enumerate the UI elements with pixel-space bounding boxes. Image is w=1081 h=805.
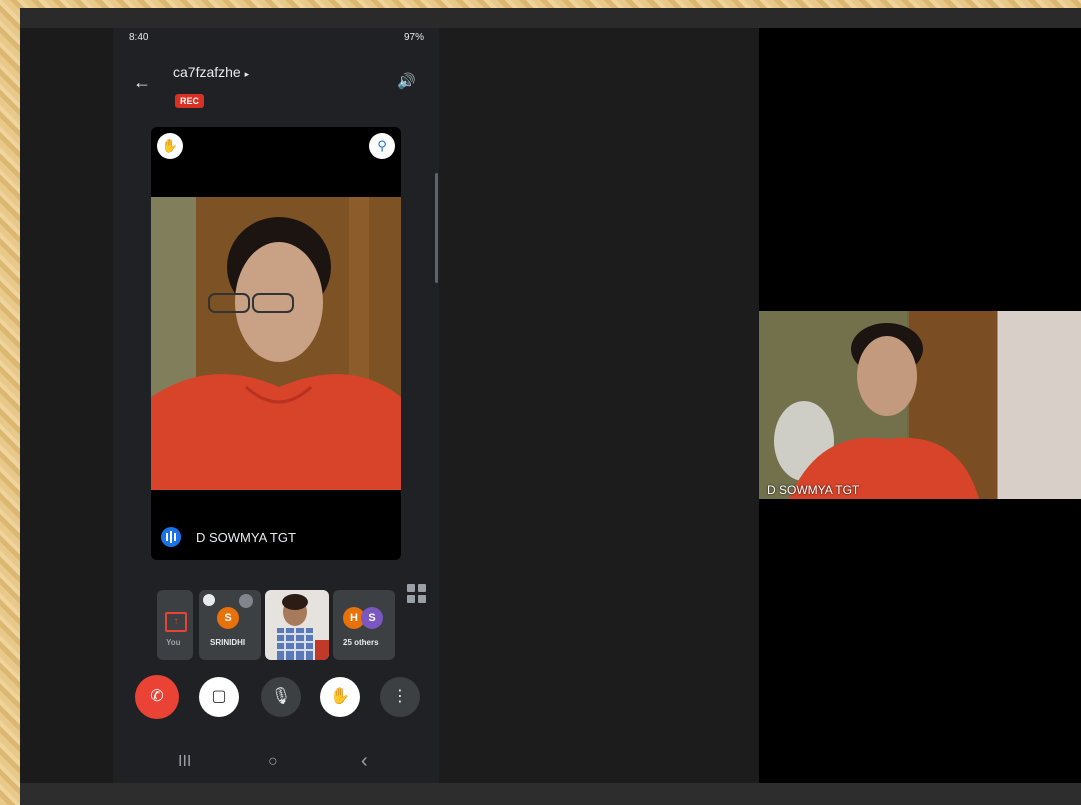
more-options-button[interactable]: ⋮ — [380, 677, 420, 717]
others-label: 25 others — [343, 638, 379, 647]
pin-icon[interactable]: ⚲ — [369, 133, 395, 159]
present-label: You — [166, 638, 181, 647]
participant-strip: ↑ You S SRINIDHI H S 25 others — [157, 590, 397, 662]
left-margin — [20, 28, 113, 783]
home-nav-icon[interactable]: ○ — [268, 753, 278, 771]
end-call-icon: ✆ — [150, 688, 164, 705]
camera-toggle-button[interactable]: ▢ — [199, 677, 239, 717]
raise-hand-icon[interactable]: ✋ — [157, 133, 183, 159]
participant-video-image — [277, 594, 329, 660]
end-call-button[interactable]: ✆ — [135, 675, 179, 719]
scrollbar[interactable] — [435, 173, 438, 283]
recents-nav-icon[interactable]: III — [178, 753, 191, 771]
participant-tile-srinidhi[interactable]: S SRINIDHI — [199, 590, 261, 660]
phone-screen: 8:40 97% ← ca7fzafzhe ▸ REC 🔊 ✋ ⚲ D SOWM… — [113, 28, 439, 783]
mic-icon: 🎙 — [270, 688, 292, 705]
avatar: S — [361, 607, 383, 629]
status-time: 8:40 — [129, 32, 149, 43]
layout-grid-icon[interactable] — [407, 584, 427, 604]
more-vert-icon: ⋮ — [392, 688, 408, 705]
present-screen-icon: ↑ — [165, 612, 187, 632]
others-tile[interactable]: H S 25 others — [333, 590, 395, 660]
pin-badge-icon — [203, 594, 215, 606]
present-tile[interactable]: ↑ You — [157, 590, 193, 660]
desktop-video-tile[interactable]: D SOWMYA TGT — [759, 311, 1081, 499]
back-arrow-icon[interactable]: ← — [133, 72, 151, 93]
speaker-icon[interactable]: 🔊 — [397, 72, 416, 90]
hand-icon: ✋ — [330, 688, 350, 705]
participant-video-tile[interactable] — [265, 590, 329, 660]
speaker-name: D SOWMYA TGT — [196, 530, 296, 545]
speaker-tile[interactable]: ✋ ⚲ D SOWMYA TGT — [151, 127, 401, 560]
meeting-code[interactable]: ca7fzafzhe ▸ — [173, 64, 249, 80]
speaker-video-image — [151, 197, 401, 490]
desktop-video-image — [759, 311, 1081, 499]
rec-badge: REC — [175, 94, 205, 108]
raise-hand-button[interactable]: ✋ — [320, 677, 360, 717]
status-bar: 8:40 97% — [129, 32, 424, 46]
camera-off-icon: ▢ — [211, 688, 227, 705]
middle-panel — [439, 28, 759, 783]
avatar: S — [217, 607, 239, 629]
chevron-right-icon: ▸ — [244, 69, 250, 79]
desktop-meeting-view: D SOWMYA TGT — [759, 28, 1081, 783]
desktop-tile-name: D SOWMYA TGT — [767, 483, 860, 497]
top-strip — [20, 8, 1081, 28]
meeting-code-label: ca7fzafzhe — [173, 64, 241, 80]
mic-off-icon — [239, 594, 253, 608]
mic-button[interactable]: 🎙 — [261, 677, 301, 717]
bottom-strip — [20, 783, 1081, 805]
participant-name: SRINIDHI — [210, 638, 246, 647]
speaker-video — [151, 197, 401, 490]
battery-level: 97% — [403, 32, 424, 43]
back-nav-icon[interactable]: ‹ — [361, 750, 368, 773]
audio-level-icon — [161, 527, 181, 547]
